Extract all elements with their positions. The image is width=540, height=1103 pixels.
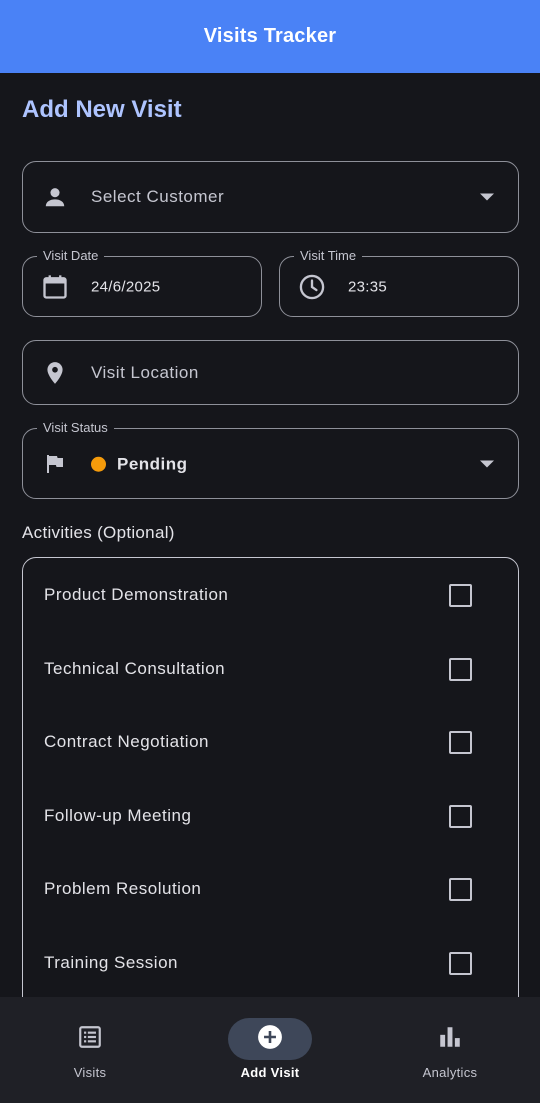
clock-icon [298,273,326,301]
activity-label: Follow-up Meeting [44,806,192,825]
activity-item[interactable]: Product Demonstration [23,570,518,620]
customer-select-placeholder: Select Customer [91,187,225,206]
activities-list: Product Demonstration Technical Consulta… [22,557,519,1037]
status-dot [91,456,106,472]
visit-status-label: Visit Status [37,420,114,436]
chevron-down-icon [480,193,494,201]
activity-checkbox[interactable] [449,804,472,828]
visit-status-select[interactable]: Visit Status Pending [22,420,519,499]
visit-time-label: Visit Time [294,248,363,264]
status-text: Pending [117,453,188,473]
app-bar: Visits Tracker [0,0,540,73]
activity-label: Product Demonstration [44,585,229,604]
activities-label: Activities (Optional) [22,523,175,542]
activity-label: Contract Negotiation [44,732,209,751]
activity-item[interactable]: Training Session [23,938,518,988]
nav-label-analytics: Analytics [422,1065,478,1080]
activity-checkbox[interactable] [449,583,472,607]
visit-status-value: Pending [91,453,188,474]
add-circle-icon [257,1024,283,1055]
nav-item-add-visit[interactable]: Add Visit [180,997,360,1103]
visit-time-value: 23:35 [348,278,388,295]
flag-icon [41,450,69,478]
nav-pill-add-visit [228,1018,312,1060]
list-icon [77,1024,103,1055]
nav-label-add-visit: Add Visit [240,1065,300,1080]
customer-select[interactable]: Select Customer [22,161,519,233]
location-pin-icon [41,359,69,387]
visit-location-input[interactable]: Visit Location [22,340,519,405]
nav-label-visits: Visits [73,1065,107,1080]
app-screen: Visits Tracker Add New Visit Select Cust… [0,0,540,1103]
activity-checkbox[interactable] [449,877,472,901]
visit-time-field[interactable]: Visit Time 23:35 [279,248,519,317]
activity-checkbox[interactable] [449,657,472,681]
activity-checkbox[interactable] [449,730,472,754]
activity-label: Training Session [44,953,178,972]
chevron-down-icon [480,460,494,467]
visit-date-label: Visit Date [37,248,105,264]
activity-label: Problem Resolution [44,879,202,898]
nav-pill-analytics [408,1018,492,1060]
visit-location-placeholder: Visit Location [91,362,199,382]
person-icon [41,183,69,211]
bar-chart-icon [437,1024,463,1055]
visit-date-value: 24/6/2025 [91,278,161,295]
visit-date-field[interactable]: Visit Date 24/6/2025 [22,248,262,317]
activity-item[interactable]: Problem Resolution [23,864,518,914]
nav-item-analytics[interactable]: Analytics [360,997,540,1103]
activity-label: Technical Consultation [44,659,226,678]
bottom-navigation: Visits Add Visit Analytics [0,997,540,1103]
activity-item[interactable]: Technical Consultation [23,644,518,694]
app-title: Visits Tracker [203,25,337,47]
nav-pill-visits [48,1018,132,1060]
calendar-icon [41,273,69,301]
activity-checkbox[interactable] [449,951,472,975]
page-title: Add New Visit [22,96,182,123]
nav-item-visits[interactable]: Visits [0,997,180,1103]
activity-item[interactable]: Contract Negotiation [23,717,518,767]
activity-item[interactable]: Follow-up Meeting [23,791,518,841]
